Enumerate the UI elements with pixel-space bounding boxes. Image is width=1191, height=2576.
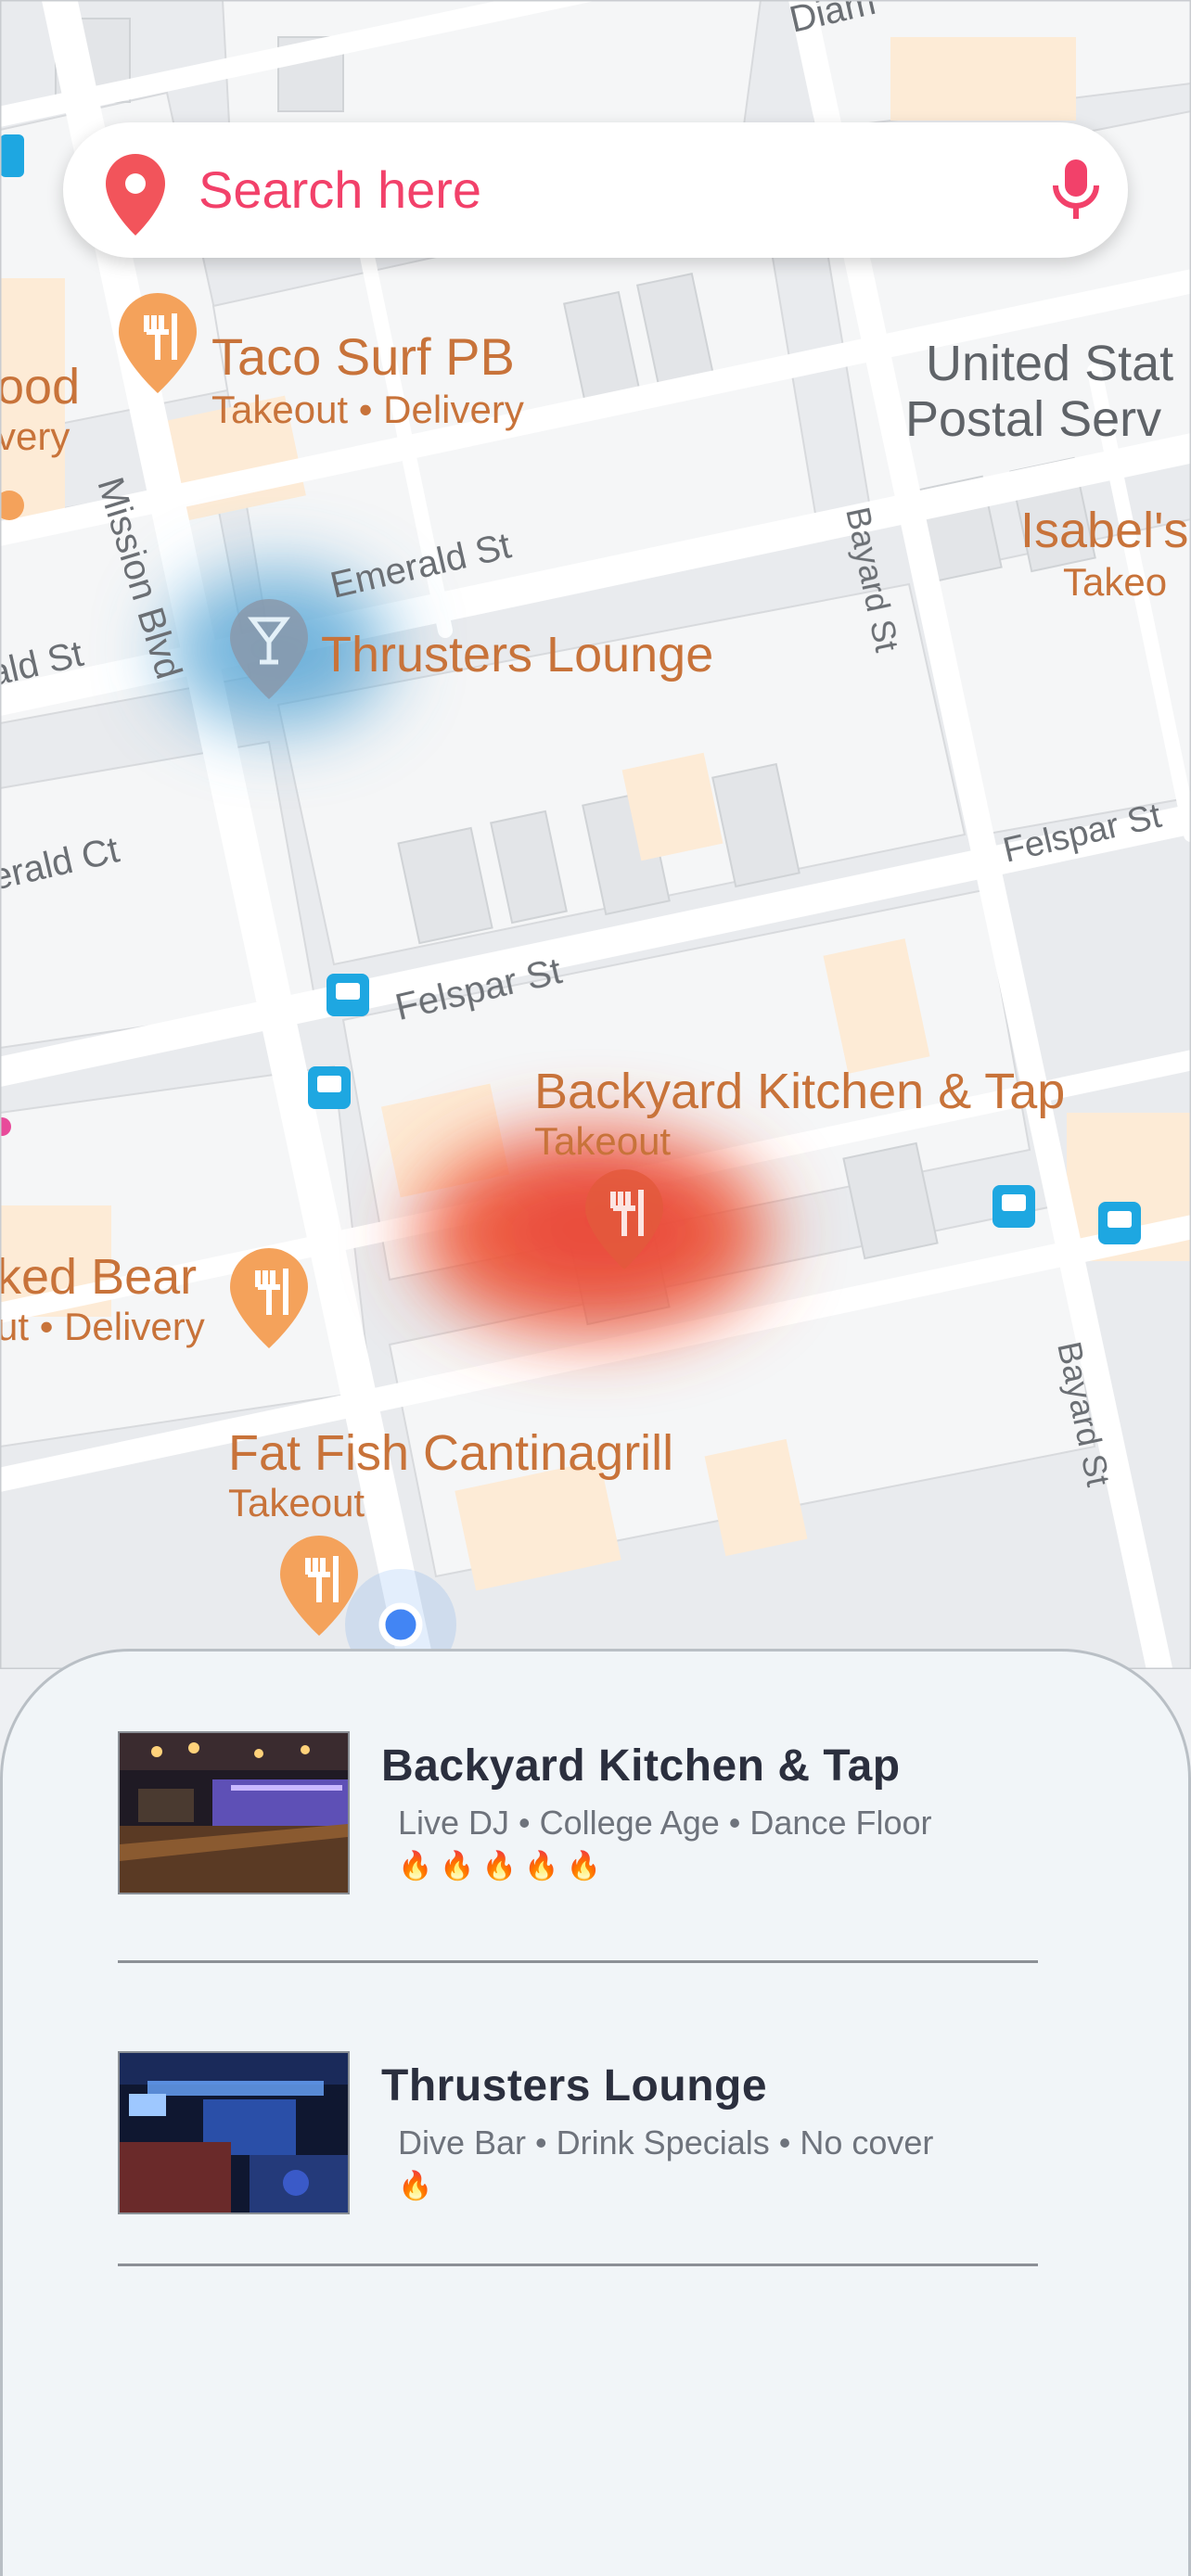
fire-icon: 🔥 xyxy=(398,1851,433,1881)
poi-sublabel: Takeout xyxy=(534,1119,671,1163)
divider xyxy=(118,2264,1038,2266)
bus-stop-icon[interactable] xyxy=(0,134,24,177)
venue-photo[interactable] xyxy=(118,2051,350,2214)
current-location-dot xyxy=(378,1602,423,1647)
poi-label[interactable]: Thrusters Lounge xyxy=(321,627,713,682)
venue-photo[interactable] xyxy=(118,1731,350,1894)
poi-sublabel: ut • Delivery xyxy=(0,1305,205,1348)
divider xyxy=(118,1960,1038,1963)
venue-list-sheet[interactable]: Backyard Kitchen & Tap Live DJ • College… xyxy=(0,1649,1191,2576)
fire-icon: 🔥 xyxy=(481,1851,518,1881)
location-pin-icon xyxy=(102,150,169,244)
poi-label[interactable]: ood xyxy=(0,359,80,414)
venue-list-item[interactable]: Thrusters Lounge Dive Bar • Drink Specia… xyxy=(118,2051,1045,2220)
fire-icon: 🔥 xyxy=(398,2171,433,2201)
fire-icon: 🔥 xyxy=(524,1851,559,1881)
poi-sublabel: Takeout xyxy=(228,1481,365,1524)
venue-name[interactable]: Backyard Kitchen & Tap xyxy=(381,1741,901,1792)
poi-sublabel: Takeout • Delivery xyxy=(211,388,524,431)
fire-icon: 🔥 xyxy=(440,1851,475,1881)
venue-list-item[interactable]: Backyard Kitchen & Tap Live DJ • College… xyxy=(118,1731,1045,1900)
poi-label[interactable]: Isabel's xyxy=(1020,503,1188,558)
venue-tags: Live DJ • College Age • Dance Floor xyxy=(398,1804,932,1842)
poi-sublabel: very xyxy=(0,414,70,458)
poi-label[interactable]: United Stat xyxy=(926,336,1173,391)
poi-label[interactable]: Taco Surf PB xyxy=(211,327,515,386)
search-input[interactable]: Search here xyxy=(198,159,481,220)
poi-sublabel: Takeo xyxy=(1063,560,1167,604)
venue-tags: Dive Bar • Drink Specials • No cover xyxy=(398,2123,934,2162)
fire-icon: 🔥 xyxy=(566,1851,601,1881)
poi-label[interactable]: Fat Fish Cantinagrill xyxy=(228,1425,673,1481)
poi-label[interactable]: Backyard Kitchen & Tap xyxy=(534,1064,1065,1119)
heat-rating: 🔥 🔥 🔥 🔥 🔥 xyxy=(398,1850,608,1882)
heat-rating: 🔥 xyxy=(398,2170,440,2202)
venue-name[interactable]: Thrusters Lounge xyxy=(381,2060,767,2111)
search-bar[interactable]: Search here xyxy=(63,122,1128,258)
microphone-icon[interactable] xyxy=(1048,156,1104,227)
poi-label[interactable]: ked Bear xyxy=(0,1249,197,1305)
poi-sublabel: Postal Serv xyxy=(905,391,1161,447)
